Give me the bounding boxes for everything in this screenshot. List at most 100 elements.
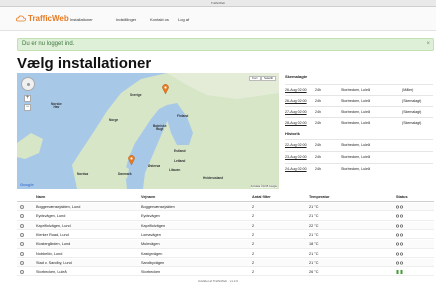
cell-street: Lomavägen — [141, 232, 161, 237]
cell-filters: 2 — [252, 242, 255, 247]
cell-filters: 2 — [252, 214, 255, 219]
window-titlebar: TrafficWeb — [0, 0, 436, 7]
schedule-heading: Skemalagte — [285, 74, 308, 79]
cell-status — [396, 231, 403, 237]
table-header: Navn Vejnavn Antal filter Temperatur Sta… — [17, 193, 434, 202]
row-select-radio[interactable] — [20, 205, 24, 209]
header-filters[interactable]: Antal filter — [252, 193, 271, 202]
row-select-radio[interactable] — [20, 251, 24, 256]
zoom-in-button[interactable]: + — [24, 95, 31, 102]
map-type-map-button[interactable]: Kort — [249, 76, 261, 81]
schedule-row[interactable]: 28-Aug 02:00 24h Storbecken, Luleå (Skem… — [285, 117, 433, 128]
cell-temperature: 21 °C — [309, 205, 319, 209]
zoom-out-button[interactable]: − — [24, 104, 31, 111]
row-select-radio[interactable] — [20, 242, 24, 247]
cell-status — [396, 250, 403, 256]
close-icon[interactable]: × — [426, 39, 430, 50]
map-label-baltic-sea: Østersø — [148, 164, 161, 168]
pan-dot — [27, 83, 30, 86]
row-select-cell — [20, 222, 24, 231]
cell-name: Kapriflolvägen, Lund — [36, 223, 71, 228]
table-row[interactable]: Kapriflolvägen, Lund Kapriflolvägen 2 22 °C — [17, 221, 434, 231]
cell-status — [396, 222, 403, 228]
map-label-finland: Finland — [177, 114, 189, 118]
cell-name: Klerker Road, Lund — [36, 232, 69, 237]
nav-link-contact[interactable]: Kontakt os — [150, 17, 169, 22]
table-row[interactable]: Nobbelöv, Lund Kastgrvägen 2 21 °C — [17, 250, 434, 258]
header-status[interactable]: Status — [396, 193, 408, 202]
cell-temperature: 22 °C — [309, 223, 319, 228]
schedule-row[interactable]: 27-Aug 02:00 24h Storbecken, Luleå (Skem… — [285, 106, 433, 117]
brand-logo[interactable]: TrafficWeb — [16, 14, 69, 23]
schedule-date[interactable]: 27-Aug 02:00 — [285, 107, 307, 117]
ok-status-icon — [396, 214, 399, 218]
table-row[interactable]: Klostergården, Lund Mulevägen 2 18 °C — [17, 240, 434, 249]
history-heading: Historik — [285, 131, 300, 136]
history-date[interactable]: 23-Aug 02:00 — [285, 152, 307, 162]
ok-status-icon — [400, 261, 403, 265]
cell-temperature: 21 °C — [309, 232, 319, 237]
row-select-radio[interactable] — [20, 223, 24, 228]
schedule-date[interactable]: 26-Aug 02:00 — [285, 96, 307, 106]
cell-name: Eydsvägen, Lund — [36, 214, 66, 219]
history-date[interactable]: 24-Aug 02:00 — [285, 164, 307, 174]
schedule-row[interactable]: 26-Aug 02:00 24h Storbecken, Luleå (Måle… — [285, 84, 433, 95]
table-row[interactable]: Storbecken, Luleå Storbecken 2 26 °C — [17, 268, 434, 277]
cell-street: Kastgrvägen — [141, 251, 163, 256]
header-temperature[interactable]: Temperatur — [309, 193, 330, 202]
cell-filters: 2 — [252, 260, 255, 265]
map-land — [17, 73, 279, 189]
row-select-cell — [20, 259, 24, 268]
cloud-icon — [16, 15, 26, 22]
cell-name: Boggervænsejakten, Lund — [36, 205, 81, 209]
row-select-radio[interactable] — [20, 214, 24, 219]
map-pan-control[interactable] — [21, 77, 35, 91]
schedule-status: (Skemalagt) — [402, 121, 422, 125]
cell-status — [396, 212, 403, 218]
header-street[interactable]: Vejnavn — [141, 193, 155, 202]
nav-link-logout[interactable]: Log af — [178, 17, 189, 22]
history-installation: Storbecken, Luleå — [341, 167, 370, 171]
row-select-cell — [20, 250, 24, 259]
ok-status-icon — [396, 205, 399, 209]
table-row[interactable]: Boggervænsejakten, Lund Boggervænsejakten… — [17, 203, 434, 212]
running-status-icon — [400, 270, 403, 275]
cell-temperature: 21 °C — [309, 214, 319, 219]
map-label-norwegian-sea: Norske Hav — [51, 102, 62, 110]
cell-street: Kapriflolvägen — [141, 223, 166, 228]
row-select-radio[interactable] — [20, 260, 24, 265]
history-row[interactable]: 22-Aug 02:00 24h Storbecken, Luleå — [285, 139, 433, 150]
map-type-satellite-button[interactable]: Satellit — [261, 76, 277, 81]
schedule-row[interactable]: 26-Aug 02:00 24h Storbecken, Luleå (Skem… — [285, 95, 433, 106]
header-name[interactable]: Navn — [36, 193, 45, 202]
map-marker-lulea[interactable] — [162, 84, 169, 94]
row-select-radio[interactable] — [20, 270, 24, 275]
cell-status — [396, 203, 403, 209]
cell-name: Stad v. Sandby, Lund — [36, 260, 72, 265]
schedule-hours: 24h — [315, 88, 321, 92]
nav-link-installations[interactable]: Installationer — [70, 17, 93, 22]
table-row[interactable]: Eydsvägen, Lund Eydsvägen 2 21 °C — [17, 212, 434, 221]
history-date[interactable]: 22-Aug 02:00 — [285, 140, 307, 150]
map-view[interactable]: + − Kort Satellit Sverige Finland Norge … — [17, 73, 279, 189]
google-logo: Google — [20, 182, 34, 187]
schedule-status: (Skemalagt) — [402, 99, 422, 103]
cell-street: Storbecken — [141, 270, 161, 275]
table-row[interactable]: Klerker Road, Lund Lomavägen 2 21 °C — [17, 231, 434, 240]
schedule-status: (Måler) — [402, 88, 414, 92]
schedule-date[interactable]: 28-Aug 02:00 — [285, 118, 307, 128]
map-label-estonia: Estland — [174, 149, 186, 153]
map-label-latvia: Letland — [174, 159, 186, 163]
cell-temperature: 21 °C — [309, 251, 319, 256]
nav-link-settings[interactable]: Indstillinger — [116, 17, 136, 22]
table-row[interactable]: Stad v. Sandby, Lund Sandbyvägen 2 21 °C — [17, 258, 434, 268]
schedule-date[interactable]: 26-Aug 02:00 — [285, 85, 307, 95]
history-row[interactable]: 23-Aug 02:00 24h Storbecken, Luleå — [285, 151, 433, 162]
map-label-lithuania: Litauen — [169, 168, 181, 172]
map-marker-lund[interactable] — [128, 155, 135, 165]
schedule-installation: Storbecken, Luleå — [341, 110, 370, 114]
row-select-cell — [20, 203, 24, 212]
history-row[interactable]: 24-Aug 02:00 24h Storbecken, Luleå — [285, 163, 433, 174]
schedule-hours: 24h — [315, 110, 321, 114]
row-select-radio[interactable] — [20, 232, 24, 237]
